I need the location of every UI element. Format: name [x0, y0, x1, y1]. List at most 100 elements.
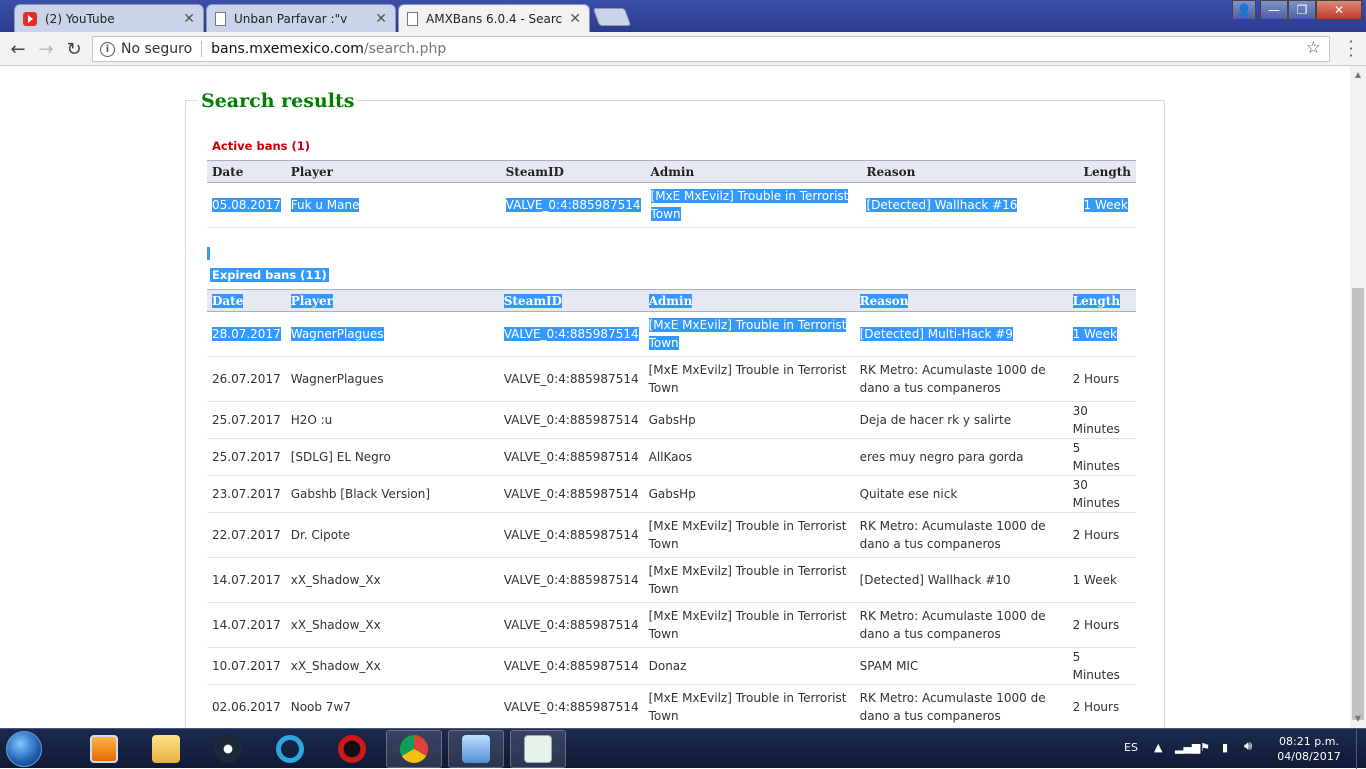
cell-admin: [MxE MxEvilz] Trouble in Terrorist Town: [643, 311, 855, 357]
cell-player: Noob 7w7: [285, 684, 499, 728]
table-row[interactable]: 14.07.2017 xX_Shadow_Xx VALVE_0:4:88598751…: [207, 557, 1136, 603]
cell-player: Fuk u Mane: [285, 182, 501, 228]
chrome-icon: [400, 735, 428, 763]
vertical-scrollbar[interactable]: ▲ ▼: [1350, 66, 1366, 728]
media-player-icon: [90, 735, 118, 763]
table-row[interactable]: 10.07.2017 xX_Shadow_Xx VALVE_0:4:88598751…: [207, 647, 1136, 685]
close-window-button[interactable]: ✕: [1316, 0, 1362, 20]
tab-amxbans[interactable]: AMXBans 6.0.4 - Search ✕: [398, 4, 590, 32]
table-row[interactable]: 14.07.2017 xX_Shadow_Xx VALVE_0:4:88598751…: [207, 602, 1136, 648]
cell-length: 1 Week: [1067, 557, 1136, 603]
cell-length: 30 Minutes: [1067, 475, 1136, 513]
cell-steamid: VALVE_0:4:885987514: [498, 684, 644, 728]
scroll-down-icon[interactable]: ▼: [1350, 712, 1366, 726]
col-player: Player: [285, 160, 501, 183]
cell-player: Dr. Cipote: [285, 512, 499, 558]
tab-title: Unban Parfavar :"v: [234, 11, 348, 26]
table-row[interactable]: 25.07.2017 H2O :u VALVE_0:4:885987514 GabsH…: [207, 401, 1136, 439]
expired-bans-table: Date Player SteamID Admin Reason Length …: [207, 289, 1136, 728]
info-icon[interactable]: i: [100, 41, 115, 57]
forward-button[interactable]: →: [34, 37, 58, 61]
table-row[interactable]: 02.06.2017 Noob 7w7 VALVE_0:4:885987514 [Mx…: [207, 684, 1136, 728]
taskbar-other-app[interactable]: [510, 730, 566, 768]
volume-icon[interactable]: 🔊︎: [1244, 739, 1252, 754]
tray-expand-icon[interactable]: ▲: [1154, 741, 1162, 754]
cell-player: [SDLG] EL Negro: [285, 438, 499, 476]
col-admin: Admin: [645, 160, 862, 183]
maximize-button[interactable]: ❐: [1288, 0, 1316, 20]
reload-button[interactable]: ↻: [62, 37, 86, 61]
url-path: /search.php: [363, 41, 447, 57]
cell-player: xX_Shadow_Xx: [285, 647, 499, 685]
cell-steamid: VALVE_0:4:885987514: [498, 602, 644, 648]
table-row[interactable]: 23.07.2017 Gabshb [Black Version] VALVE_0:…: [207, 475, 1136, 513]
cell-steamid: VALVE_0:4:885987514: [500, 182, 646, 228]
minimize-button[interactable]: —: [1260, 0, 1288, 20]
taskbar-explorer[interactable]: [138, 730, 194, 768]
cell-length: 5 Minutes: [1067, 647, 1136, 685]
col-player: Player: [285, 289, 499, 312]
selection-caret: [207, 247, 210, 260]
expired-bans-title: Expired bans (11): [210, 268, 329, 282]
table-row[interactable]: 05.08.2017 Fuk u Mane VALVE_0:4:88598751…: [207, 182, 1136, 228]
table-row[interactable]: 26.07.2017 WagnerPlagues VALVE_0:4:8859875…: [207, 356, 1136, 402]
tab-unban[interactable]: Unban Parfavar :"v ✕: [206, 4, 396, 32]
cell-date: 05.08.2017: [207, 182, 286, 228]
col-reason: Reason: [861, 160, 1079, 183]
new-tab-button[interactable]: [592, 8, 632, 26]
cell-date: 10.07.2017: [207, 647, 286, 685]
tab-title: AMXBans 6.0.4 - Search: [426, 11, 564, 26]
network-icon[interactable]: ▂▄▆: [1175, 741, 1200, 754]
table-row[interactable]: 25.07.2017 [SDLG] EL Negro VALVE_0:4:88598…: [207, 438, 1136, 476]
taskbar-steam[interactable]: [200, 730, 256, 768]
device-icon[interactable]: ▮: [1222, 741, 1228, 754]
bookmark-star-icon[interactable]: ☆: [1306, 38, 1321, 58]
cell-length: 1 Week: [1067, 311, 1136, 357]
back-button[interactable]: ←: [6, 37, 30, 61]
cell-date: 23.07.2017: [207, 475, 286, 513]
table-row[interactable]: 22.07.2017 Dr. Cipote VALVE_0:4:885987514[…: [207, 512, 1136, 558]
taskbar-control-panel[interactable]: [448, 730, 504, 768]
flag-icon[interactable]: ⚑: [1200, 741, 1210, 754]
scrollbar-thumb[interactable]: [1352, 288, 1364, 720]
cell-reason: RK Metro: Acumulaste 1000 de dano a tus …: [854, 684, 1068, 728]
cell-date: 02.06.2017: [207, 684, 286, 728]
col-steamid: SteamID: [500, 160, 646, 183]
scroll-up-icon[interactable]: ▲: [1350, 68, 1366, 82]
cell-reason: RK Metro: Acumulaste 1000 de dano a tus …: [854, 602, 1068, 648]
page-title: Search results: [198, 90, 358, 112]
user-profile-icon[interactable]: 👤: [1232, 0, 1256, 20]
cell-date: 25.07.2017: [207, 438, 286, 476]
tab-youtube[interactable]: (2) YouTube ✕: [14, 4, 204, 32]
close-tab-icon[interactable]: ✕: [183, 11, 195, 27]
taskbar-chrome[interactable]: [386, 730, 442, 768]
game-app-icon: [338, 735, 366, 763]
close-tab-icon[interactable]: ✕: [375, 11, 387, 27]
taskbar-media-player[interactable]: [76, 730, 132, 768]
menu-dots-icon[interactable]: · · ·: [1346, 34, 1356, 64]
start-button[interactable]: [6, 731, 42, 767]
show-desktop-button[interactable]: [1356, 729, 1366, 769]
table-header-row: Date Player SteamID Admin Reason Length: [207, 160, 1136, 183]
taskbar-logitech[interactable]: [262, 730, 318, 768]
cell-length: 2 Hours: [1067, 356, 1136, 402]
cell-reason: [Detected] Multi-Hack #9: [854, 311, 1068, 357]
table-row[interactable]: 28.07.2017 WagnerPlagues VALVE_0:4:8859875…: [207, 311, 1136, 357]
cell-length: 1 Week: [1078, 182, 1136, 228]
cell-reason: Quitate ese nick: [854, 475, 1068, 513]
active-bans-table: Date Player SteamID Admin Reason Length …: [207, 160, 1136, 228]
cell-steamid: VALVE_0:4:885987514: [498, 557, 644, 603]
cell-steamid: VALVE_0:4:885987514: [498, 647, 644, 685]
cell-admin: Donaz: [643, 647, 855, 685]
taskbar-game-app[interactable]: [324, 730, 380, 768]
cell-steamid: VALVE_0:4:885987514: [498, 438, 644, 476]
col-reason: Reason: [854, 289, 1068, 312]
cell-date: 14.07.2017: [207, 557, 286, 603]
address-bar[interactable]: i No seguro bans.mxemexico.com/search.ph…: [92, 36, 1330, 62]
clock[interactable]: 08:21 p.m. 04/08/2017: [1268, 734, 1350, 764]
cell-date: 25.07.2017: [207, 401, 286, 439]
cell-admin: GabsHp: [643, 401, 855, 439]
tab-strip: (2) YouTube ✕ Unban Parfavar :"v ✕ AMXBa…: [0, 0, 1366, 32]
close-tab-icon[interactable]: ✕: [569, 11, 581, 27]
language-indicator[interactable]: ES: [1124, 741, 1138, 754]
